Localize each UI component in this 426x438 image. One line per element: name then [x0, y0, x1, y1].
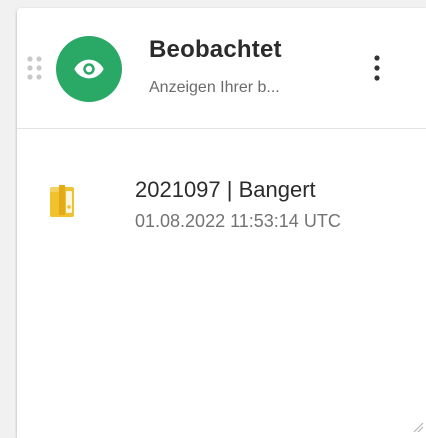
widget-header: Beobachtet Anzeigen Ihrer b...	[17, 8, 426, 129]
list-item[interactable]: 2021097 | Bangert 01.08.2022 11:53:14 UT…	[17, 169, 426, 239]
item-timestamp: 01.08.2022 11:53:14 UTC	[135, 211, 341, 231]
watched-list: 2021097 | Bangert 01.08.2022 11:53:14 UT…	[17, 129, 426, 438]
item-title: 2021097 | Bangert	[135, 177, 316, 202]
watched-widget-card: Beobachtet Anzeigen Ihrer b... 2021097 |…	[17, 8, 426, 438]
more-options-button[interactable]	[362, 50, 392, 86]
widget-subtitle: Anzeigen Ihrer b...	[149, 79, 280, 96]
binder-icon	[47, 183, 77, 219]
resize-handle-icon[interactable]	[412, 420, 424, 433]
widget-title: Beobachtet	[149, 36, 282, 63]
widget-avatar	[56, 36, 122, 102]
drag-handle-icon[interactable]	[25, 55, 45, 83]
eye-icon	[74, 59, 104, 79]
more-vertical-icon	[374, 55, 380, 81]
